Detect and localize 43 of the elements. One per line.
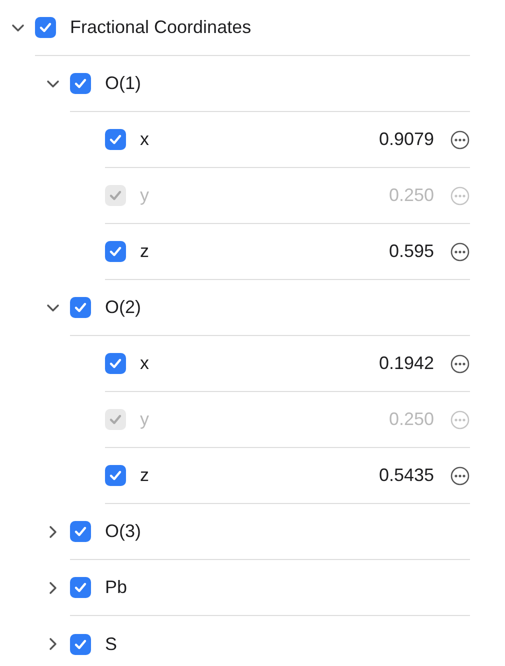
coordinate-value: 0.5435: [378, 465, 434, 486]
coordinate-value: 0.1942: [378, 353, 434, 374]
more-icon[interactable]: [450, 466, 470, 486]
checkmark-icon: [108, 356, 123, 371]
checkbox[interactable]: [70, 577, 91, 598]
coordinate-value: 0.250: [388, 185, 434, 206]
more-icon[interactable]: [450, 242, 470, 262]
row-label: x: [140, 129, 149, 150]
checkmark-icon: [73, 76, 88, 91]
row-label: Fractional Coordinates: [70, 17, 252, 38]
checkmark-icon: [108, 244, 123, 259]
checkmark-icon: [73, 580, 88, 595]
checkmark-icon: [108, 132, 123, 147]
coordinate-value: 0.250: [388, 409, 434, 430]
row-label: Pb: [105, 577, 128, 598]
coordinate-value: 0.9079: [378, 129, 434, 150]
row-label: z: [140, 241, 149, 262]
row-label: O(2): [105, 297, 141, 318]
checkbox[interactable]: [105, 241, 126, 262]
row-label: O(1): [105, 73, 141, 94]
checkbox[interactable]: [70, 297, 91, 318]
checkbox[interactable]: [70, 634, 91, 654]
row-label: S: [105, 634, 118, 654]
row-label: z: [140, 465, 149, 486]
checkmark-icon: [108, 468, 123, 483]
row-label: x: [140, 353, 149, 374]
row-label: O(3): [105, 521, 141, 542]
checkbox[interactable]: [70, 521, 91, 542]
checkbox[interactable]: [35, 17, 56, 38]
checkmark-icon: [38, 20, 53, 35]
coordinate-value: 0.595: [388, 241, 434, 262]
checkmark-icon: [73, 300, 88, 315]
checkbox[interactable]: [105, 465, 126, 486]
more-icon[interactable]: [450, 130, 470, 150]
checkmark-icon: [108, 412, 123, 427]
row-label: y: [140, 409, 149, 430]
checkbox[interactable]: [105, 353, 126, 374]
more-icon[interactable]: [450, 354, 470, 374]
checkbox[interactable]: [70, 73, 91, 94]
checkbox[interactable]: [105, 129, 126, 150]
row-label: y: [140, 185, 149, 206]
checkmark-icon: [108, 188, 123, 203]
checkmark-icon: [73, 524, 88, 539]
